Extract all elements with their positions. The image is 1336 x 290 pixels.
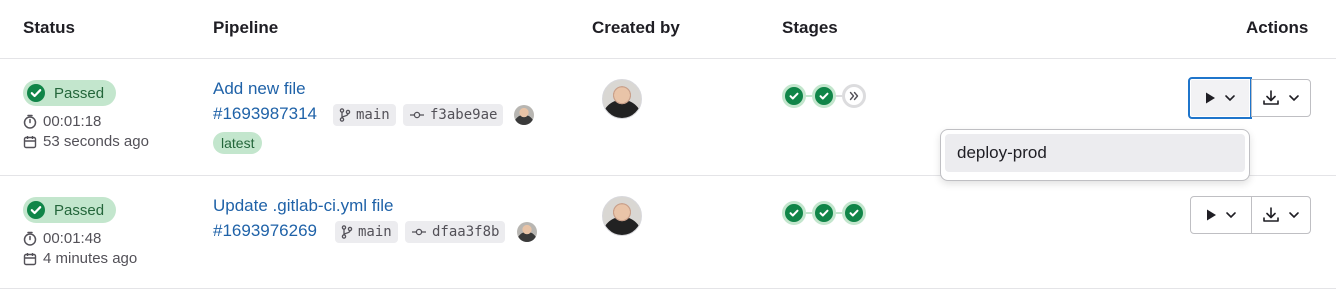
stage-passed-icon[interactable] <box>812 201 836 225</box>
branch-icon <box>339 108 351 122</box>
download-icon <box>1263 207 1279 222</box>
run-manual-jobs-button[interactable] <box>1190 196 1252 234</box>
latest-badge: latest <box>213 132 263 154</box>
commit-sha[interactable]: dfaa3f8b <box>405 221 506 243</box>
branch-ref[interactable]: main <box>335 221 398 243</box>
manual-jobs-dropdown: deploy-prod <box>940 129 1250 181</box>
duration: 00:01:48 <box>23 230 101 247</box>
pipeline-id-link[interactable]: #1693987314 <box>213 104 317 124</box>
header-divider <box>0 58 1336 59</box>
branch-icon <box>341 225 353 239</box>
calendar-icon <box>23 135 37 148</box>
finished-time: 53 seconds ago <box>23 133 149 150</box>
branch-ref[interactable]: main <box>333 104 396 126</box>
calendar-icon <box>23 252 37 265</box>
stage-passed-icon[interactable] <box>782 84 806 108</box>
status-label: Passed <box>54 84 105 102</box>
column-header-status: Status <box>23 18 75 37</box>
stage-passed-icon[interactable] <box>812 84 836 108</box>
chevron-down-icon <box>1226 212 1236 219</box>
commit-author-avatar[interactable] <box>517 222 537 242</box>
chevron-down-icon <box>1289 95 1299 102</box>
duration-value: 00:01:18 <box>43 113 102 130</box>
duration: 00:01:18 <box>23 113 101 130</box>
chevron-down-icon <box>1225 95 1235 102</box>
commit-sha[interactable]: f3abe9ae <box>403 104 504 126</box>
column-header-pipeline: Pipeline <box>213 18 279 37</box>
stage-passed-icon[interactable] <box>782 201 806 225</box>
commit-title-link[interactable]: Add new file <box>213 79 306 99</box>
commit-icon <box>410 111 424 119</box>
stages-graph <box>782 84 866 108</box>
finished-value: 53 seconds ago <box>43 133 149 150</box>
download-artifacts-button[interactable] <box>1251 79 1311 117</box>
play-icon <box>1207 209 1216 221</box>
creator-avatar[interactable] <box>602 196 642 236</box>
status-label: Passed <box>54 201 105 219</box>
commit-author-avatar[interactable] <box>514 105 534 125</box>
check-circle-icon <box>26 83 46 103</box>
dropdown-item-deploy-prod[interactable]: deploy-prod <box>945 134 1245 172</box>
finished-time: 4 minutes ago <box>23 250 137 267</box>
sha-value: dfaa3f8b <box>432 224 500 240</box>
timer-icon <box>23 231 37 246</box>
download-icon <box>1263 90 1279 105</box>
timer-icon <box>23 114 37 129</box>
status-badge-passed[interactable]: Passed <box>23 197 117 223</box>
check-circle-icon <box>26 200 46 220</box>
row-divider <box>0 288 1336 289</box>
commit-icon <box>412 228 426 236</box>
finished-value: 4 minutes ago <box>43 250 138 267</box>
sha-value: f3abe9ae <box>430 107 498 123</box>
creator-avatar[interactable] <box>602 79 642 119</box>
run-manual-jobs-button[interactable] <box>1188 77 1252 119</box>
duration-value: 00:01:48 <box>43 230 102 247</box>
column-header-created-by: Created by <box>592 18 680 37</box>
chevron-down-icon <box>1289 212 1299 219</box>
stage-skipped-icon[interactable] <box>842 84 866 108</box>
stage-passed-icon[interactable] <box>842 201 866 225</box>
play-icon <box>1206 92 1215 104</box>
status-badge-passed[interactable]: Passed <box>23 80 117 106</box>
stages-graph <box>782 201 866 225</box>
pipeline-id-link[interactable]: #1693976269 <box>213 221 317 241</box>
commit-title-link[interactable]: Update .gitlab-ci.yml file <box>213 196 393 216</box>
branch-name: main <box>358 224 392 240</box>
download-artifacts-button[interactable] <box>1251 196 1311 234</box>
branch-name: main <box>356 107 390 123</box>
column-header-stages: Stages <box>782 18 838 37</box>
column-header-actions: Actions <box>1246 18 1309 37</box>
